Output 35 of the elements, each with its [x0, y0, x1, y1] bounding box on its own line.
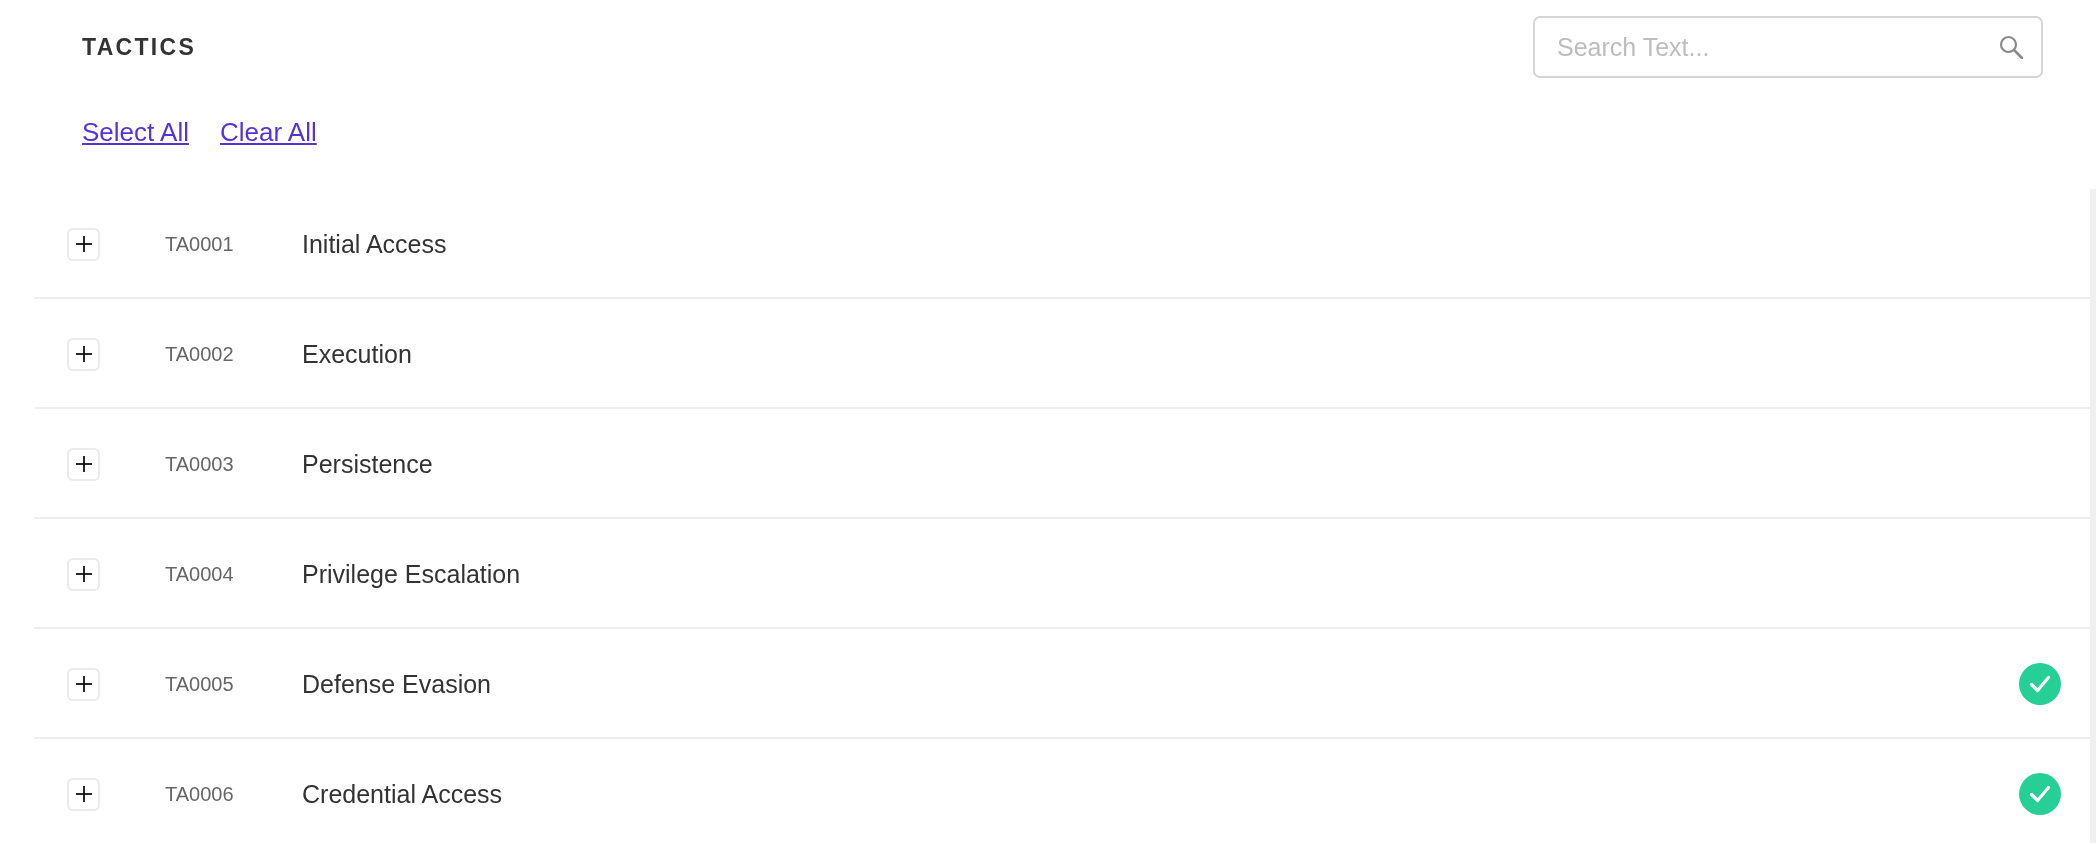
search-field[interactable]: Search Text... — [1533, 16, 2043, 78]
tactic-name[interactable]: Privilege Escalation — [302, 559, 521, 589]
plus-icon — [75, 236, 92, 252]
expand-button[interactable] — [67, 667, 100, 701]
tactic-name[interactable]: Initial Access — [302, 229, 447, 259]
plus-icon — [75, 346, 92, 362]
expand-button[interactable] — [67, 227, 100, 261]
tactic-id: TA0003 — [165, 452, 235, 476]
tactic-id: TA0002 — [165, 342, 235, 366]
plus-icon — [75, 786, 92, 802]
tactic-id: TA0001 — [165, 232, 235, 256]
expand-button[interactable] — [67, 447, 100, 481]
tactic-row[interactable]: TA0005 Defense Evasion — [34, 629, 2090, 739]
expand-button[interactable] — [67, 777, 100, 811]
tactic-row[interactable]: TA0002 Execution — [34, 299, 2090, 409]
tactic-id: TA0005 — [165, 672, 235, 696]
tactic-row[interactable]: TA0004 Privilege Escalation — [34, 519, 2090, 629]
tactic-row[interactable]: TA0006 Credential Access — [34, 739, 2090, 843]
tactic-row[interactable]: TA0001 Initial Access — [34, 189, 2090, 299]
tactic-id: TA0006 — [165, 782, 235, 806]
tactic-name[interactable]: Credential Access — [302, 779, 503, 809]
section-title: TACTICS — [82, 33, 197, 61]
expand-button[interactable] — [67, 337, 100, 371]
plus-icon — [75, 566, 92, 582]
plus-icon — [75, 456, 92, 472]
tactic-name[interactable]: Defense Evasion — [302, 669, 491, 699]
action-link[interactable]: Select All — [82, 116, 189, 148]
tactic-name[interactable]: Execution — [302, 339, 412, 369]
plus-icon — [75, 676, 92, 692]
search-icon[interactable] — [1999, 35, 2023, 59]
tactic-name[interactable]: Persistence — [302, 449, 433, 479]
tactic-row[interactable]: TA0003 Persistence — [34, 409, 2090, 519]
action-link[interactable]: Clear All — [219, 116, 317, 148]
tactic-id: TA0004 — [165, 562, 235, 586]
expand-button[interactable] — [67, 557, 100, 591]
